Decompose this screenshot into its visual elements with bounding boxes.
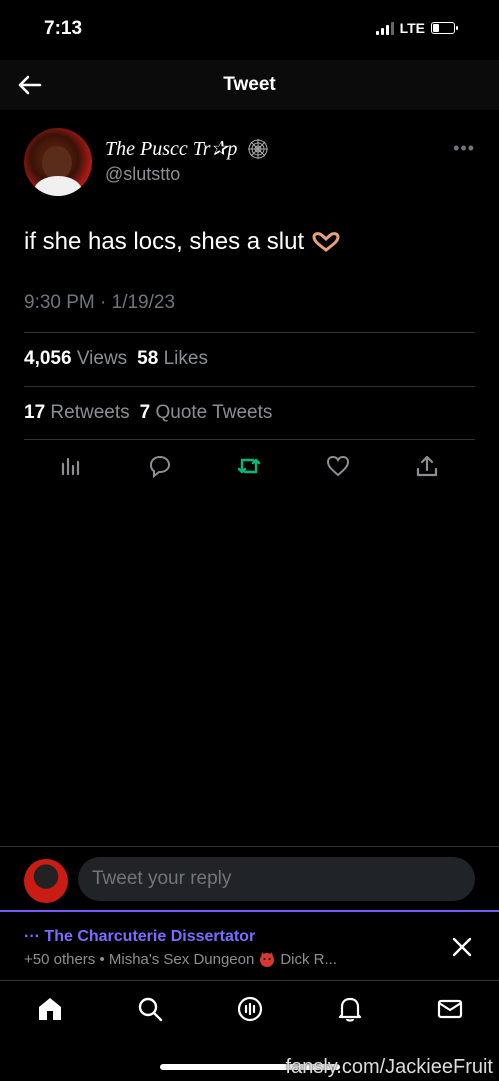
views-stat[interactable]: 4,056 Views [24, 348, 127, 370]
space-subtitle: +50 others • Misha's Sex Dungeon Dick R.… [24, 950, 337, 968]
views-label: Views [76, 348, 128, 369]
retweet-icon[interactable] [235, 452, 263, 480]
views-likes-row: 4,056 Views 58 Likes [24, 348, 208, 370]
status-bar: 7:13 LTE [0, 0, 499, 60]
avatar-shirt [34, 176, 82, 196]
spiderweb-icon [248, 138, 269, 159]
spaces-banner[interactable]: ··· The Charcuterie Dissertator +50 othe… [0, 910, 499, 982]
reply-bar [0, 846, 499, 911]
quote-tweets-label: Quote Tweets [155, 402, 273, 423]
retweets-label: Retweets [50, 402, 130, 423]
author-display-name[interactable]: The Puscc Tr✰p [105, 136, 269, 161]
spaces-icon[interactable] [236, 995, 264, 1023]
avatar[interactable] [24, 859, 68, 903]
space-subtitle-prefix: +50 others • Misha's Sex Dungeon [24, 950, 255, 968]
messages-icon[interactable] [436, 995, 464, 1023]
devil-icon [260, 952, 275, 967]
status-indicators: LTE [375, 20, 458, 36]
home-icon[interactable] [36, 995, 64, 1023]
tweet-text: if she has locs, shes a slut [24, 228, 340, 256]
avatar[interactable] [24, 128, 92, 196]
analytics-icon[interactable] [57, 452, 85, 480]
close-icon[interactable] [451, 936, 473, 958]
retweets-stat[interactable]: 17 Retweets [24, 402, 130, 424]
ellipsis-icon[interactable]: ••• [453, 138, 475, 159]
tweet-body: if she has locs, shes a slut [24, 228, 305, 255]
watermark: fansly.com/JackieeFruit [285, 1056, 493, 1078]
display-name-text: The Puscc Tr✰p [105, 138, 238, 160]
page-title: Tweet [223, 74, 276, 95]
divider [24, 332, 475, 333]
share-icon[interactable] [413, 452, 441, 480]
retweets-count: 17 [24, 402, 46, 423]
space-subtitle-suffix: Dick R... [280, 950, 338, 968]
tweet-header: Tweet [0, 60, 499, 110]
divider [24, 386, 475, 387]
status-time: 7:13 [44, 18, 83, 39]
space-title: ··· The Charcuterie Dissertator [24, 928, 256, 945]
reply-input[interactable] [78, 857, 475, 901]
likes-stat[interactable]: 58 Likes [137, 348, 208, 370]
divider [24, 439, 475, 440]
likes-label: Likes [163, 348, 208, 369]
avatar-face [42, 146, 72, 180]
heart-hands-icon [312, 232, 340, 252]
like-icon[interactable] [324, 452, 352, 480]
author-handle[interactable]: @slutstto [105, 164, 180, 185]
tweet-timestamp: 9:30 PM · 1/19/23 [24, 292, 176, 313]
battery-icon [431, 22, 458, 34]
quote-tweets-count: 7 [139, 402, 151, 423]
tweet-actions [24, 452, 475, 484]
reply-icon[interactable] [146, 452, 174, 480]
quote-tweets-stat[interactable]: 7 Quote Tweets [140, 402, 273, 424]
notifications-icon[interactable] [336, 995, 364, 1023]
search-icon[interactable] [136, 995, 164, 1023]
likes-count: 58 [137, 348, 159, 369]
network-label: LTE [399, 20, 425, 36]
battery-level [433, 24, 439, 32]
views-count: 4,056 [24, 348, 72, 369]
signal-icon [375, 21, 394, 35]
retweets-quotes-row: 17 Retweets 7 Quote Tweets [24, 402, 272, 424]
